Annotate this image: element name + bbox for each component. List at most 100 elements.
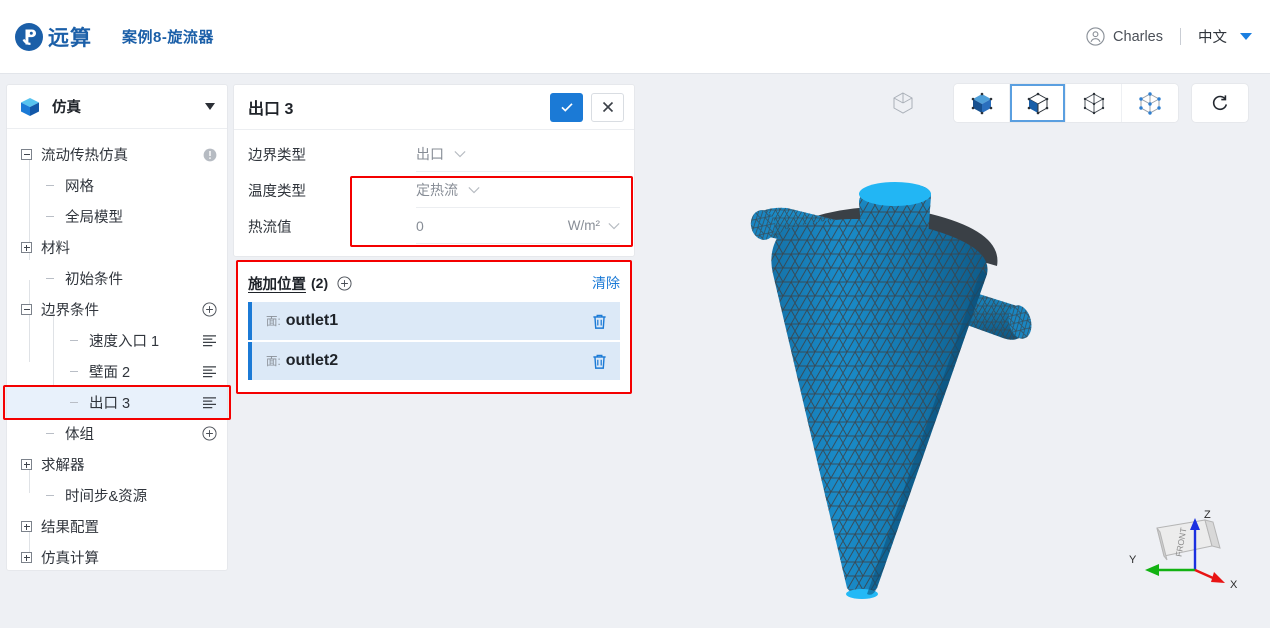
chevron-down-icon[interactable] [468, 186, 480, 194]
expand-toggle-icon[interactable] [21, 459, 32, 470]
view-points-button[interactable] [1122, 84, 1178, 122]
tree-dash-icon [45, 428, 56, 439]
tree-dash-icon [45, 490, 56, 501]
sidebar-item-4[interactable]: 初始条件 [7, 263, 227, 294]
tree-dash-icon [69, 366, 80, 377]
sidebar-item-5[interactable]: 边界条件 [7, 294, 227, 325]
sidebar-item-label: 全局模型 [65, 210, 123, 226]
field-row-1: 温度类型 定热流 [248, 172, 620, 208]
view-mode-group [954, 84, 1178, 122]
cube-wireframe-icon [1083, 92, 1104, 114]
sidebar-header[interactable]: 仿真 [7, 85, 227, 129]
language-label: 中文 [1198, 30, 1227, 46]
header-divider [1180, 28, 1181, 45]
field-label: 温度类型 [248, 183, 306, 200]
sidebar-item-3[interactable]: 材料 [7, 232, 227, 263]
sidebar-item-11[interactable]: 时间步&资源 [7, 480, 227, 511]
plus-circle-icon[interactable] [202, 426, 217, 441]
user-menu[interactable]: Charles [1086, 27, 1163, 46]
confirm-button[interactable] [550, 92, 583, 122]
field-row-0: 边界类型 出口 [248, 136, 620, 172]
list-lines-icon[interactable] [202, 334, 217, 347]
panel-form: 边界类型 出口温度类型 定热流热流值 0 W/m² [234, 130, 634, 256]
field-label: 边界类型 [248, 147, 306, 164]
caret-down-icon[interactable] [205, 103, 215, 110]
location-item-prefix: 面: [266, 316, 281, 328]
sidebar-item-8[interactable]: 出口 3 [7, 387, 227, 418]
cyclone-separator-mesh[interactable] [735, 170, 1065, 628]
axis-orientation-widget[interactable]: FRONT Z Y X [1107, 498, 1252, 603]
top-bar: 远算 案例8-旋流器 Charles 中文 [0, 0, 1270, 74]
field-control[interactable]: 出口 [416, 137, 620, 172]
sidebar-item-1[interactable]: 网格 [7, 170, 227, 201]
expand-toggle-icon[interactable] [21, 521, 32, 532]
location-item[interactable]: 面: outlet1 [248, 302, 620, 340]
sidebar-item-label: 速度入口 1 [89, 334, 160, 350]
cancel-button[interactable] [591, 92, 624, 122]
viewport-3d[interactable]: FRONT Z Y X [640, 75, 1270, 628]
sidebar-header-label: 仿真 [52, 100, 81, 116]
field-control[interactable]: 定热流 [416, 173, 620, 208]
panel-actions [550, 92, 624, 122]
user-name: Charles [1113, 28, 1163, 45]
cube-solid-icon [971, 92, 992, 114]
sidebar-item-2[interactable]: 全局模型 [7, 201, 227, 232]
close-icon [602, 101, 613, 113]
check-icon [560, 103, 573, 112]
sidebar-item-7[interactable]: 壁面 2 [7, 356, 227, 387]
sidebar-item-9[interactable]: 体组 [7, 418, 227, 449]
location-item[interactable]: 面: outlet2 [248, 342, 620, 380]
sidebar-item-label: 网格 [65, 179, 94, 195]
project-title: 案例8-旋流器 [122, 29, 214, 46]
brand-logo[interactable]: 远算 [14, 22, 92, 52]
trash-icon[interactable] [591, 353, 608, 370]
sidebar-item-label: 仿真计算 [41, 551, 99, 567]
front-face-cube: FRONT [1156, 519, 1221, 561]
location-item-prefix: 面: [266, 356, 281, 368]
language-selector[interactable]: 中文 [1198, 26, 1252, 47]
trash-icon[interactable] [591, 313, 608, 330]
field-label: 热流值 [248, 219, 292, 236]
expand-toggle-icon[interactable] [21, 242, 32, 253]
tree-dash-icon [45, 180, 56, 191]
clear-button[interactable]: 清除 [592, 273, 620, 293]
cube-outline-icon-button[interactable] [886, 86, 920, 120]
chevron-down-icon[interactable] [454, 150, 466, 158]
chevron-down-icon[interactable] [608, 222, 620, 230]
svg-text:Z: Z [1204, 509, 1211, 521]
plus-circle-icon[interactable] [202, 302, 217, 317]
list-lines-icon[interactable] [202, 396, 217, 409]
sidebar-item-label: 流动传热仿真 [41, 148, 128, 164]
sidebar-item-13[interactable]: 仿真计算 [7, 542, 227, 573]
properties-panel: 出口 3 边界类型 出口温度类型 定热流热流值 0 W/m² [233, 84, 635, 257]
sidebar-item-0[interactable]: 流动传热仿真 [7, 139, 227, 170]
plus-circle-icon[interactable] [337, 275, 352, 291]
tree-dash-icon [69, 397, 80, 408]
expand-toggle-icon[interactable] [21, 552, 32, 563]
sidebar-item-label: 出口 3 [89, 396, 131, 412]
panel-title: 出口 3 [248, 101, 294, 118]
apply-location-count: (2) [311, 275, 329, 291]
reset-view-button[interactable] [1192, 84, 1248, 122]
view-solid-button[interactable] [954, 84, 1010, 122]
sidebar: 仿真 流动传热仿真网格全局模型材料 初始条件 边界条件速度入口 1 壁面 2 出口 3 体… [6, 84, 228, 571]
caret-down-icon [1240, 33, 1252, 40]
sidebar-item-10[interactable]: 求解器 [7, 449, 227, 480]
tree-dash-icon [45, 273, 56, 284]
svg-text:Y: Y [1129, 554, 1137, 566]
sidebar-item-6[interactable]: 速度入口 1 [7, 325, 227, 356]
yuansuan-logo-icon [15, 22, 43, 51]
cube-solid-edges-icon [1027, 92, 1048, 114]
cyclone-cone-body [771, 219, 988, 597]
view-solid-edges-button[interactable] [1010, 84, 1066, 122]
tree-dash-icon [45, 211, 56, 222]
collapse-toggle-icon[interactable] [21, 304, 32, 315]
info-icon [203, 148, 217, 161]
outlet1-face [859, 182, 931, 206]
sidebar-item-12[interactable]: 结果配置 [7, 511, 227, 542]
rotate-reset-icon [1212, 95, 1228, 111]
collapse-toggle-icon[interactable] [21, 149, 32, 160]
list-lines-icon[interactable] [202, 365, 217, 378]
view-wireframe-button[interactable] [1066, 84, 1122, 122]
field-control[interactable]: 0 W/m² [416, 209, 620, 244]
